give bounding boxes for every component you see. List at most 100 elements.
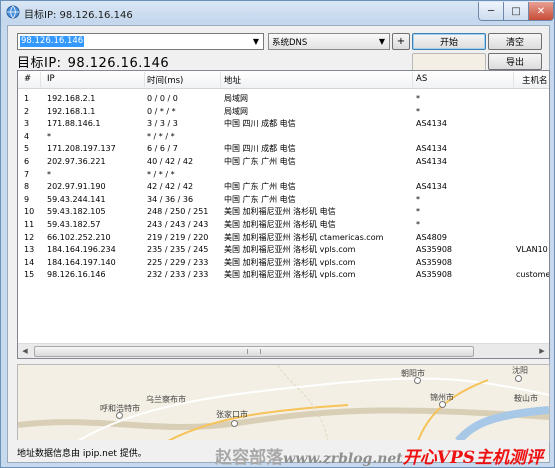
cell-num: 11 (24, 220, 35, 229)
export-button[interactable]: 导出 (488, 53, 542, 70)
table-row[interactable]: 9 59.43.244.141 34 / 36 / 36 中国 广东 广州 电信 * (18, 194, 549, 206)
app-window: 目标IP: 98.126.16.146 ─ □ ✕ 98.126.16.146 … (0, 0, 555, 468)
table-row[interactable]: 14 184.164.197.140 225 / 229 / 233 美国 加利福尼亚… (18, 257, 549, 269)
cell-num: 10 (24, 207, 35, 217)
cell-time: 235 / 235 / 245 (147, 245, 209, 255)
col-header-as[interactable]: AS (416, 74, 427, 84)
cell-time: 219 / 219 / 220 (147, 232, 209, 242)
table-row[interactable]: 7 * * / * / * (18, 169, 549, 181)
table-row[interactable]: 3 171.88.146.1 3 / 3 / 3 中国 四川 成都 电信 AS4134 (18, 118, 549, 130)
cell-addr: 中国 四川 成都 电信 (224, 144, 296, 154)
table-row[interactable]: 5 171.208.197.137 6 / 6 / 7 中国 四川 成都 电信 AS41… (18, 143, 549, 155)
col-header-ip[interactable]: IP (47, 74, 55, 84)
horizontal-scrollbar[interactable]: ◀ ▶ (18, 343, 549, 358)
col-header-hostname[interactable]: 主机名 (522, 74, 548, 86)
clear-button[interactable]: 清空 (488, 33, 542, 50)
ip-input-value[interactable]: 98.126.16.146 (20, 36, 85, 47)
cell-num: 2 (24, 106, 30, 116)
table-row[interactable]: 11 59.43.182.57 243 / 243 / 243 美国 加利福尼亚州 洛… (18, 219, 549, 231)
chevron-down-icon[interactable]: ▼ (375, 34, 389, 49)
dns-select[interactable]: 系统DNS ▼ (268, 33, 390, 50)
cell-as: * (416, 106, 420, 116)
cell-ip: 184.164.197.140 (47, 257, 116, 267)
map-label-wulanchabu: 乌兰察布市 (146, 395, 186, 404)
dns-select-value: 系统DNS (272, 38, 308, 48)
cell-addr: 美国 加利福尼亚州 洛杉矶 vpls.com (224, 257, 356, 267)
watermark-part2: 开心VPS主机测评 (402, 448, 543, 468)
table-row[interactable]: 6 202.97.36.221 40 / 42 / 42 中国 广东 广州 电信 AS4… (18, 156, 549, 168)
watermark: 赵容部落www.zrblog.net开心VPS主机测评 (215, 443, 543, 468)
cell-time: 232 / 233 / 233 (147, 270, 209, 280)
cell-ip: * (47, 169, 51, 179)
col-header-address[interactable]: 地址 (224, 74, 241, 86)
cell-ip: 66.102.252.210 (47, 232, 111, 242)
cell-num: 6 (24, 157, 30, 166)
chevron-down-icon[interactable]: ▼ (249, 34, 263, 49)
table-row[interactable]: 10 59.43.182.105 248 / 250 / 251 美国 加利福尼亚州 … (18, 206, 549, 218)
col-header-time[interactable]: 时间(ms) (147, 74, 183, 86)
cell-num: 9 (24, 194, 30, 204)
map-label-anshan: 鞍山市 (514, 394, 538, 403)
cell-as: * (416, 94, 420, 103)
window-title: 目标IP: 98.126.16.146 (24, 10, 133, 21)
watermark-part3: www.zrblog.net (283, 451, 403, 467)
table-row[interactable]: 8 202.97.91.190 42 / 42 / 42 中国 广东 广州 电信 AS4… (18, 181, 549, 193)
trace-table[interactable]: # IP 时间(ms) 地址 AS 主机名 1 192.168.2.1 0 / 0 … (17, 70, 550, 359)
col-header-num[interactable]: # (24, 74, 31, 84)
cell-ip: 192.168.2.1 (47, 94, 96, 103)
target-ip-heading: 目标IP: 98.126.16.146 (17, 52, 175, 71)
cell-time: 3 / 3 / 3 (147, 119, 178, 129)
cell-time: 40 / 42 / 42 (147, 157, 194, 166)
cell-as: AS4134 (416, 182, 447, 192)
cell-addr: 美国 加利福尼亚州 洛杉矶 电信 (224, 220, 336, 229)
scroll-right-icon[interactable]: ▶ (535, 344, 549, 358)
cell-time: 34 / 36 / 36 (147, 194, 194, 204)
scroll-left-icon[interactable]: ◀ (18, 344, 32, 358)
map-panel[interactable]: 朝阳市 沈阳 锦州市 乌兰察布市 呼和浩特市 张家口市 鞍山市 (17, 364, 550, 442)
table-row[interactable]: 15 98.126.16.146 232 / 233 / 233 美国 加利福尼亚州 … (18, 269, 549, 281)
cell-num: 7 (24, 169, 30, 179)
table-row[interactable]: 1 192.168.2.1 0 / 0 / 0 局域网 * (18, 93, 549, 105)
cell-as: AS4134 (416, 157, 447, 166)
cell-addr: 美国 加利福尼亚州 洛杉矶 vpls.com (224, 245, 356, 255)
cell-as: AS4134 (416, 144, 447, 154)
close-button[interactable]: ✕ (528, 2, 554, 21)
cell-num: 3 (24, 119, 30, 129)
cell-num: 14 (24, 257, 35, 267)
target-ip-label: 目标IP: (17, 56, 62, 71)
table-row[interactable]: 12 66.102.252.210 219 / 219 / 220 美国 加利福尼亚州… (18, 232, 549, 244)
cell-time: 248 / 250 / 251 (147, 207, 209, 217)
cell-as: AS35908 (416, 257, 452, 267)
cell-num: 15 (24, 270, 35, 280)
client-area: 98.126.16.146 ▼ 系统DNS ▼ + 开始 清空 谷歌中国新地图 … (7, 25, 550, 468)
minimize-button[interactable]: ─ (478, 2, 504, 21)
cell-as: AS4134 (416, 119, 447, 129)
cell-ip: 59.43.244.141 (47, 194, 106, 204)
maximize-button[interactable]: □ (503, 2, 529, 21)
title-bar[interactable]: 目标IP: 98.126.16.146 ─ □ ✕ (1, 1, 554, 23)
table-row[interactable]: 4 * * / * / * (18, 131, 549, 143)
cell-addr: 局域网 (224, 106, 248, 116)
scrollbar-thumb[interactable] (34, 346, 474, 357)
cell-addr: 美国 加利福尼亚州 洛杉矶 电信 (224, 207, 336, 217)
cell-host: VLAN10 (516, 245, 548, 255)
cell-addr: 中国 广东 广州 电信 (224, 182, 296, 192)
cell-time: 42 / 42 / 42 (147, 182, 194, 192)
map-label-shenyang: 沈阳 (512, 366, 528, 375)
cell-ip: 192.168.1.1 (47, 106, 96, 116)
grip-icon (247, 349, 261, 354)
map-label-zhangjiakou: 张家口市 (216, 410, 248, 419)
map-label-jinzhou: 锦州市 (430, 393, 454, 402)
target-ip-combobox[interactable]: 98.126.16.146 ▼ (17, 33, 264, 50)
table-row[interactable]: 2 192.168.1.1 0 / * / * 局域网 * (18, 106, 549, 118)
table-header: # IP 时间(ms) 地址 AS 主机名 (18, 71, 549, 89)
cell-as: * (416, 207, 420, 217)
cell-ip: 202.97.91.190 (47, 182, 106, 192)
cell-ip: 98.126.16.146 (47, 270, 106, 280)
cell-as: AS35908 (416, 245, 452, 255)
cell-addr: 中国 广东 广州 电信 (224, 194, 296, 204)
table-row[interactable]: 13 184.164.196.234 235 / 235 / 245 美国 加利福尼亚… (18, 244, 549, 256)
add-dns-button[interactable]: + (392, 33, 410, 50)
start-button[interactable]: 开始 (412, 33, 486, 50)
cell-as: AS4809 (416, 232, 447, 242)
